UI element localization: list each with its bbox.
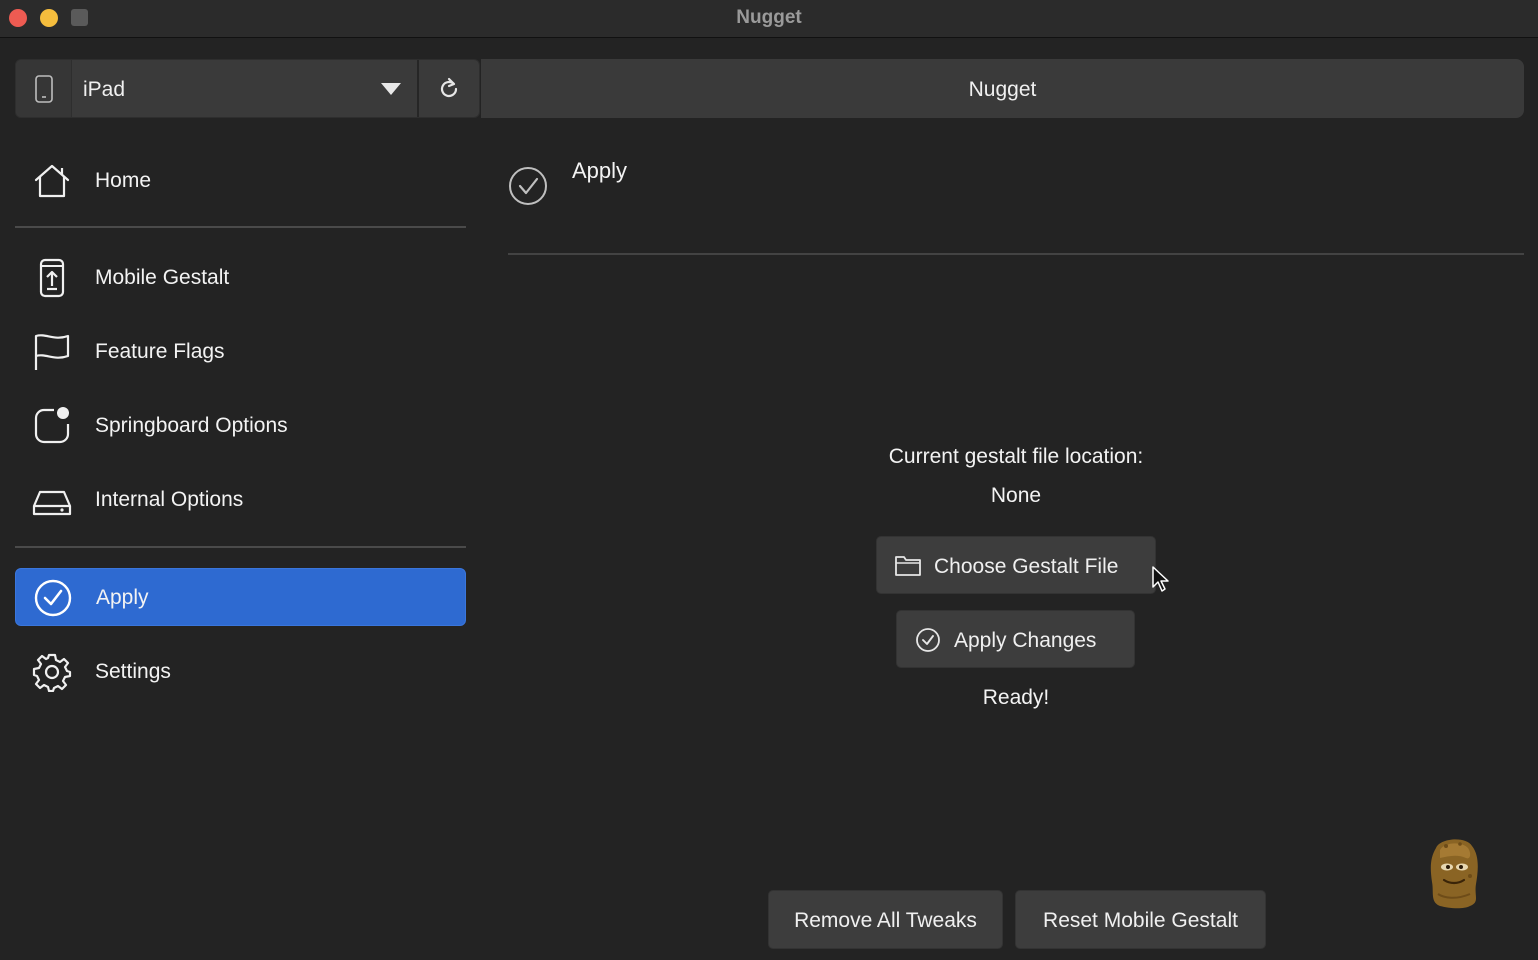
device-selector[interactable]: iPad	[15, 59, 480, 118]
drive-icon	[32, 490, 72, 516]
window-title: Nugget	[736, 7, 802, 28]
device-name: iPad	[83, 78, 126, 101]
sidebar-item-springboard-options[interactable]: Springboard Options	[15, 397, 466, 455]
window-titlebar: Nugget	[0, 0, 1538, 38]
sidebar-item-label: Settings	[95, 660, 171, 683]
device-icon-box	[16, 60, 72, 117]
phone-icon	[35, 75, 53, 103]
page-divider	[508, 253, 1524, 255]
folder-icon	[895, 556, 921, 576]
check-circle-icon	[509, 167, 547, 205]
gestalt-location-value: None	[990, 484, 1042, 507]
apply-changes-label: Apply Changes	[954, 629, 1097, 652]
gestalt-location-label: Current gestalt file location:	[888, 445, 1144, 468]
remove-all-tweaks-label: Remove All Tweaks	[794, 909, 977, 932]
sidebar-item-mobile-gestalt[interactable]: Mobile Gestalt	[15, 249, 466, 307]
chevron-down-icon[interactable]	[380, 82, 402, 96]
sidebar-item-label: Mobile Gestalt	[95, 266, 230, 289]
sidebar-divider	[15, 546, 466, 548]
home-icon	[34, 164, 70, 198]
reset-mobile-gestalt-button[interactable]: Reset Mobile Gestalt	[1015, 890, 1266, 949]
reset-mobile-gestalt-label: Reset Mobile Gestalt	[1043, 909, 1238, 932]
sidebar-item-label: Apply	[96, 586, 149, 609]
gear-icon	[32, 653, 72, 692]
phone-upload-icon	[39, 258, 65, 298]
sidebar-item-label: Home	[95, 169, 152, 192]
refresh-icon	[440, 77, 458, 98]
check-circle-icon	[34, 579, 72, 617]
refresh-devices-button[interactable]	[419, 60, 479, 117]
choose-gestalt-file-label: Choose Gestalt File	[934, 555, 1119, 578]
header-title: Nugget	[968, 78, 1037, 101]
nugget-mascot-icon	[1430, 839, 1478, 909]
sidebar-divider	[15, 226, 466, 228]
sidebar-item-settings[interactable]: Settings	[15, 643, 466, 701]
header-bar: Nugget	[481, 59, 1524, 118]
sidebar-item-feature-flags[interactable]: Feature Flags	[15, 323, 466, 381]
status-text: Ready!	[982, 686, 1050, 709]
flag-icon	[34, 334, 70, 370]
sidebar-item-label: Springboard Options	[95, 414, 288, 437]
sidebar-item-home[interactable]: Home	[15, 152, 466, 210]
sidebar-item-apply[interactable]: Apply	[15, 568, 466, 626]
mouse-cursor-icon	[1152, 566, 1169, 592]
choose-gestalt-file-button[interactable]: Choose Gestalt File	[876, 536, 1156, 594]
remove-all-tweaks-button[interactable]: Remove All Tweaks	[768, 890, 1003, 949]
sidebar-item-label: Internal Options	[95, 488, 244, 511]
sidebar-item-label: Feature Flags	[95, 340, 225, 363]
check-circle-icon	[916, 628, 940, 652]
apply-changes-button[interactable]: Apply Changes	[896, 610, 1135, 668]
sidebar-item-internal-options[interactable]: Internal Options	[15, 471, 466, 529]
springboard-icon	[34, 407, 70, 444]
page-title: Apply	[572, 158, 628, 183]
